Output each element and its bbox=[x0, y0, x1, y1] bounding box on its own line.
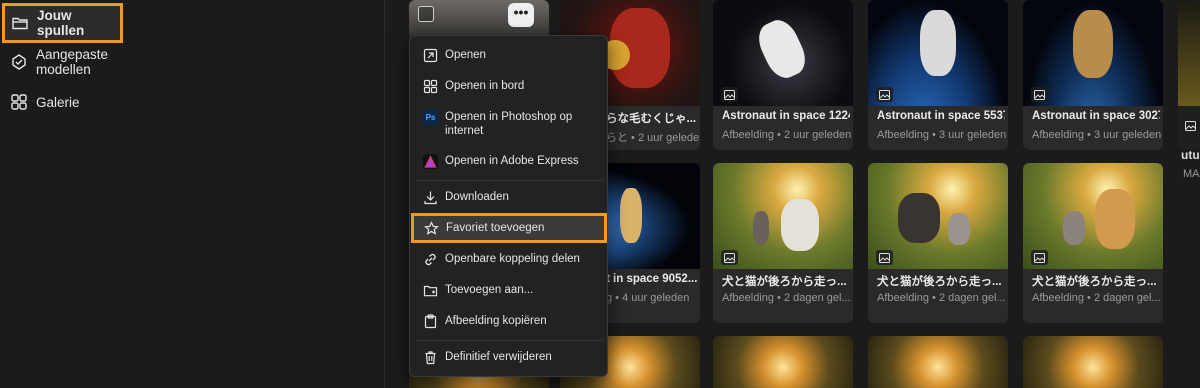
card-title: らな毛むくじゃ... bbox=[606, 113, 697, 125]
clipboard-icon bbox=[423, 314, 438, 329]
sidebar-item-label: Jouw spullen bbox=[37, 8, 85, 38]
open-external-icon bbox=[423, 48, 438, 63]
card-subtitle: Afbeelding • 2 dagen gel... bbox=[722, 292, 851, 304]
image-type-icon bbox=[876, 87, 893, 102]
grid-card[interactable] bbox=[868, 336, 1008, 388]
menu-item-toevoegen-aan[interactable]: Toevoegen aan... bbox=[410, 283, 607, 298]
image-type-icon bbox=[721, 87, 738, 102]
card-thumbnail bbox=[868, 163, 1008, 269]
card-title: 犬と猫が後ろから走っ... bbox=[877, 276, 1002, 288]
card-title: 犬と猫が後ろから走っ... bbox=[1032, 276, 1157, 288]
star-icon bbox=[424, 220, 439, 236]
image-type-icon bbox=[1031, 87, 1048, 102]
image-type-icon bbox=[1031, 250, 1048, 265]
download-icon bbox=[423, 190, 438, 205]
card-subtitle-partial: MA bbox=[1183, 168, 1200, 180]
card-subtitle: Afbeelding • 2 dagen gel... bbox=[877, 292, 1006, 304]
card-subtitle: Afbeelding • 2 uur geleden bbox=[722, 129, 852, 141]
card-title-partial: utu bbox=[1181, 148, 1200, 162]
sidebar-item-galerie[interactable]: Galerie bbox=[4, 84, 162, 120]
grid-card[interactable]: Astronaut in space 30278... Afbeelding •… bbox=[1023, 0, 1163, 150]
menu-item-openen-in-adobe-express[interactable]: Openen in Adobe Express bbox=[410, 154, 607, 169]
sidebar-item-label: Aangepaste modellen bbox=[36, 47, 109, 77]
card-thumbnail bbox=[1023, 0, 1163, 106]
menu-item-label: Toevoegen aan... bbox=[445, 284, 534, 296]
grid-card[interactable] bbox=[1023, 336, 1163, 388]
card-thumbnail bbox=[713, 163, 853, 269]
folder-icon bbox=[11, 14, 29, 32]
card-subtitle: Afbeelding • 3 uur geleden bbox=[877, 129, 1007, 141]
card-title: Astronaut in space 30278... bbox=[1032, 110, 1160, 122]
sidebar-item-label: Galerie bbox=[36, 94, 80, 110]
grid-card[interactable] bbox=[713, 336, 853, 388]
trash-icon bbox=[423, 350, 438, 365]
folder-add-icon bbox=[423, 283, 438, 298]
card-subtitle: らと • 2 uur geleden bbox=[606, 132, 700, 144]
menu-item-label: Openen in Adobe Express bbox=[445, 155, 579, 167]
select-checkbox[interactable] bbox=[418, 6, 434, 22]
card-subtitle: Afbeelding • 2 dagen gel... bbox=[1032, 292, 1161, 304]
menu-item-label: Openen in Photoshop op internet bbox=[445, 111, 573, 137]
card-title: Astronaut in space 122411... bbox=[722, 110, 850, 122]
card-subtitle: g • 4 uur geleden bbox=[606, 292, 690, 304]
link-icon bbox=[423, 252, 438, 267]
menu-item-openbare-koppeling-delen[interactable]: Openbare koppeling delen bbox=[410, 252, 607, 267]
menu-divider bbox=[416, 340, 603, 341]
adobe-express-icon bbox=[423, 154, 438, 169]
grid-card[interactable]: 犬と猫が後ろから走っ... Afbeelding • 2 dagen gel..… bbox=[1023, 163, 1163, 323]
image-type-icon bbox=[1182, 118, 1199, 133]
menu-item-label: Definitief verwijderen bbox=[445, 351, 552, 363]
photoshop-badge: Ps bbox=[423, 110, 438, 125]
menu-item-openen-in-bord[interactable]: Openen in bord bbox=[410, 79, 607, 94]
sidebar-item-jouw-spullen[interactable]: Jouw spullen bbox=[2, 3, 123, 43]
menu-item-label: Openbare koppeling delen bbox=[445, 253, 580, 265]
photoshop-icon: Ps bbox=[423, 110, 438, 125]
card-thumbnail bbox=[1178, 0, 1200, 106]
gallery-icon bbox=[10, 93, 28, 111]
grid-card-partial[interactable] bbox=[1178, 0, 1200, 150]
board-icon bbox=[423, 79, 438, 94]
image-type-icon bbox=[876, 250, 893, 265]
card-thumbnail bbox=[1023, 163, 1163, 269]
grid-card[interactable]: Astronaut in space 55377... Afbeelding •… bbox=[868, 0, 1008, 150]
menu-item-downloaden[interactable]: Downloaden bbox=[410, 190, 607, 205]
image-type-icon bbox=[721, 250, 738, 265]
card-title: Astronaut in space 55377... bbox=[877, 110, 1005, 122]
menu-item-openen[interactable]: Openen bbox=[410, 48, 607, 63]
menu-item-label: Downloaden bbox=[445, 191, 509, 203]
card-subtitle: Afbeelding • 3 uur geleden bbox=[1032, 129, 1162, 141]
menu-item-label: Openen in bord bbox=[445, 80, 525, 92]
card-title: 犬と猫が後ろから走っ... bbox=[722, 276, 847, 288]
grid-card[interactable]: 犬と猫が後ろから走っ... Afbeelding • 2 dagen gel..… bbox=[713, 163, 853, 323]
column-divider bbox=[384, 0, 385, 388]
card-thumbnail bbox=[713, 0, 853, 106]
more-options-button[interactable]: ••• bbox=[508, 3, 534, 27]
sidebar-item-aangepaste-modellen[interactable]: Aangepaste modellen bbox=[4, 44, 162, 80]
sidebar: Jouw spullen Aangepaste modellen Galerie bbox=[0, 0, 170, 388]
menu-divider bbox=[416, 180, 603, 181]
menu-item-openen-in-photoshop[interactable]: Ps Openen in Photoshop op internet bbox=[410, 110, 600, 138]
card-title: t in space 9052... bbox=[606, 273, 698, 285]
card-thumbnail bbox=[868, 0, 1008, 106]
context-menu: Openen Openen in bord Ps Openen in Photo… bbox=[409, 35, 608, 377]
menu-item-definitief-verwijderen[interactable]: Definitief verwijderen bbox=[410, 350, 607, 365]
menu-item-afbeelding-kopieren[interactable]: Afbeelding kopiëren bbox=[410, 314, 607, 329]
grid-card[interactable]: Astronaut in space 122411... Afbeelding … bbox=[713, 0, 853, 150]
menu-item-label: Openen bbox=[445, 49, 486, 61]
menu-item-label: Afbeelding kopiëren bbox=[445, 315, 547, 327]
custom-models-icon bbox=[10, 53, 28, 71]
menu-item-label: Favoriet toevoegen bbox=[446, 222, 545, 234]
menu-item-favoriet-toevoegen[interactable]: Favoriet toevoegen bbox=[411, 213, 607, 243]
grid-card[interactable]: 犬と猫が後ろから走っ... Afbeelding • 2 dagen gel..… bbox=[868, 163, 1008, 323]
